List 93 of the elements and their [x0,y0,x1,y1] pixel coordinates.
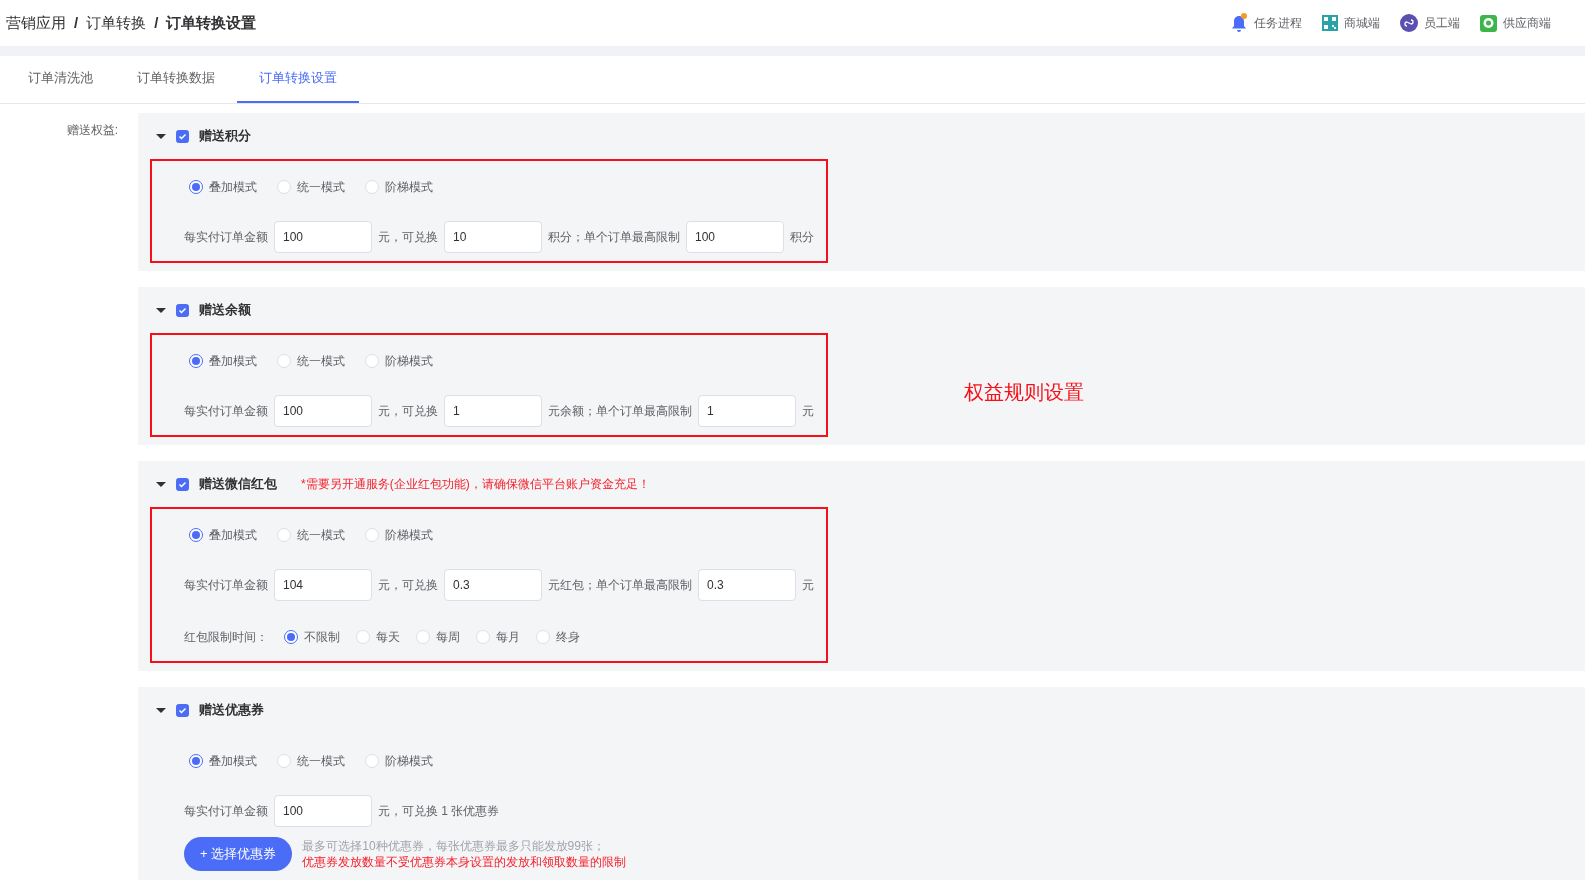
caret-icon[interactable] [156,131,166,141]
section-title: 赠送优惠券 [199,701,264,720]
annotation-text: 权益规则设置 [964,380,1084,405]
radio-icon [277,354,291,368]
rule-label: 每实付订单金额 [184,403,268,420]
rule-label: 元，可兑换 [378,403,438,420]
number-input[interactable]: 100 [274,795,372,827]
header-link[interactable]: 商城端 [1322,14,1380,32]
bell-icon [1230,13,1248,33]
breadcrumb-item[interactable]: 订单转换 [86,11,147,35]
hint-text: 优惠券发放数量不受优惠券本身设置的发放和领取数量的限制 [302,854,627,870]
radio-option[interactable]: 每周 [416,628,460,646]
radio-icon [365,180,379,194]
tab[interactable]: 订单转换设置 [237,56,359,103]
qr-code-icon [1322,15,1338,31]
radio-option[interactable]: 阶梯模式 [365,178,433,196]
select-coupon-button[interactable]: + 选择优惠券 [184,837,293,871]
checkbox[interactable] [176,703,189,717]
rule-label: 元，可兑换 [378,229,438,246]
tab[interactable]: 订单转换数据 [115,56,237,103]
rule-label: 积分 [790,229,814,246]
number-input[interactable]: 104 [274,569,372,601]
radio-option[interactable]: 统一模式 [277,352,345,370]
radio-icon [189,528,203,542]
radio-option[interactable]: 阶梯模式 [365,752,433,770]
caret-icon[interactable] [156,305,166,315]
number-input[interactable]: 100 [274,221,372,253]
radio-option[interactable]: 叠加模式 [189,178,257,196]
rule-label: 元红包；单个订单最高限制 [548,577,692,594]
checkbox[interactable] [176,129,189,143]
breadcrumb-item: 订单转换设置 [166,12,257,33]
radio-icon [284,630,298,644]
radio-option[interactable]: 叠加模式 [189,752,257,770]
radio-icon [365,754,379,768]
number-input[interactable]: 10 [444,221,542,253]
radio-option[interactable]: 叠加模式 [189,526,257,544]
radio-icon [365,528,379,542]
radio-option[interactable]: 阶梯模式 [365,352,433,370]
rule-label: 元，可兑换 1 张优惠券 [378,803,500,820]
radio-icon [476,630,490,644]
radio-option[interactable]: 阶梯模式 [365,526,433,544]
number-input[interactable]: 1 [444,395,542,427]
section-title: 赠送余额 [199,301,251,320]
radio-option[interactable]: 统一模式 [277,526,345,544]
radio-icon [277,528,291,542]
section-title: 赠送微信红包 [199,475,277,494]
rule-label: 元余额；单个订单最高限制 [548,403,692,420]
radio-option[interactable]: 不限制 [284,628,340,646]
caret-icon[interactable] [156,479,166,489]
warning-note: *需要另开通服务(企业红包功能)，请确保微信平台账户资金充足！ [301,476,650,493]
rule-label: 每实付订单金额 [184,229,268,246]
number-input[interactable]: 100 [686,221,784,253]
link-icon [1400,14,1418,32]
breadcrumb-separator: / [154,12,159,33]
radio-icon [277,180,291,194]
radio-option[interactable]: 每月 [476,628,520,646]
checkbox[interactable] [176,303,189,317]
radio-icon [189,754,203,768]
radio-icon [189,354,203,368]
caret-icon[interactable] [156,705,166,715]
rule-label: 每实付订单金额 [184,577,268,594]
breadcrumb-item[interactable]: 营销应用 [6,11,66,35]
radio-option[interactable]: 每天 [356,628,400,646]
header-link[interactable]: 员工端 [1400,14,1460,32]
rule-label: 元 [802,403,814,420]
radio-option[interactable]: 统一模式 [277,752,345,770]
number-input[interactable]: 0.3 [444,569,542,601]
radio-option[interactable]: 统一模式 [277,178,345,196]
checkbox[interactable] [176,477,189,491]
number-input[interactable]: 0.3 [698,569,796,601]
breadcrumb-separator: / [74,12,79,33]
tab[interactable]: 订单清洗池 [6,56,115,103]
hint-text: 最多可选择10种优惠券，每张优惠券最多只能发放99张； [302,838,606,854]
radio-icon [189,180,203,194]
rule-label: 元 [802,577,814,594]
radio-option[interactable]: 终身 [536,628,580,646]
limit-label: 红包限制时间： [184,629,268,646]
radio-icon [277,754,291,768]
number-input[interactable]: 1 [698,395,796,427]
radio-icon [365,354,379,368]
number-input[interactable]: 100 [274,395,372,427]
header-link[interactable]: 任务进程 [1230,13,1302,33]
form-label: 赠送权益: [66,122,118,139]
rule-label: 每实付订单金额 [184,803,268,820]
radio-icon [536,630,550,644]
radio-icon [416,630,430,644]
rule-label: 积分；单个订单最高限制 [548,229,680,246]
radio-icon [356,630,370,644]
header-link[interactable]: 供应商端 [1480,14,1551,32]
chat-icon [1480,14,1497,32]
rule-label: 元，可兑换 [378,577,438,594]
section-title: 赠送积分 [199,127,251,146]
radio-option[interactable]: 叠加模式 [189,352,257,370]
